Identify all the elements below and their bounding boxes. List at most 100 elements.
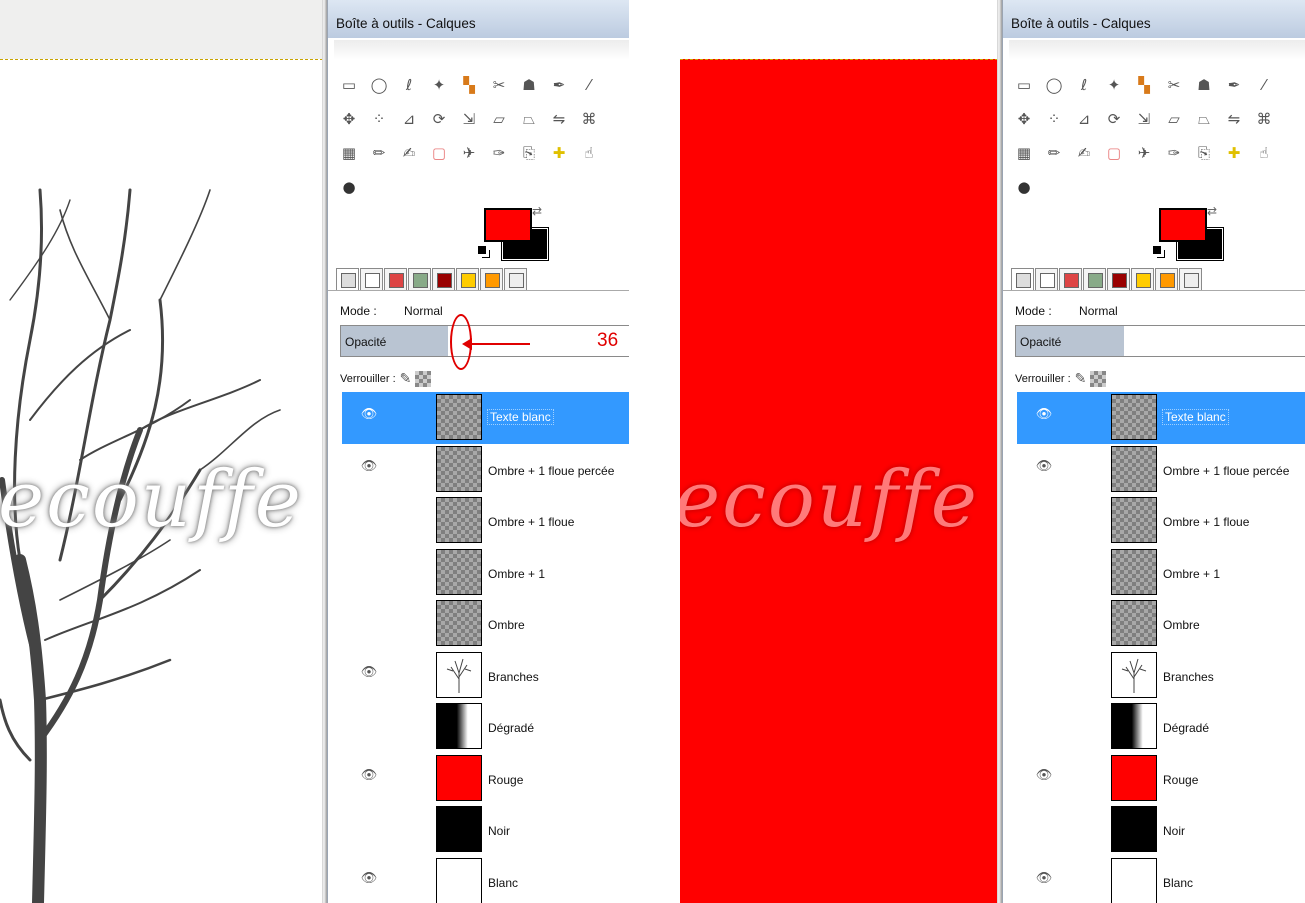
cage-icon[interactable]: ⌘ (1249, 104, 1279, 134)
ink-icon[interactable]: ✑ (484, 138, 514, 168)
clone-icon[interactable]: ⎘ (1189, 138, 1219, 168)
paintbrush-icon[interactable]: ✍ (394, 138, 424, 168)
left-image-canvas[interactable]: ecouffe (0, 0, 323, 903)
visibility-eye-icon[interactable] (1035, 667, 1053, 679)
visibility-eye-icon[interactable] (1035, 821, 1053, 833)
layer-thumbnail[interactable] (436, 394, 482, 440)
layer-row[interactable]: 👁 Texte blanc (1017, 392, 1305, 444)
lock-alpha-icon[interactable] (1090, 370, 1107, 387)
undo-tab-icon[interactable] (408, 268, 431, 291)
layer-thumbnail[interactable] (1111, 394, 1157, 440)
paths-icon[interactable]: ✒ (544, 70, 574, 100)
layers-tab-icon[interactable] (1011, 268, 1034, 291)
layer-thumbnail[interactable] (436, 600, 482, 646)
visibility-eye-icon[interactable] (1035, 718, 1053, 730)
layer-thumbnail[interactable] (1111, 497, 1157, 543)
swap-colors-icon[interactable]: ⇄ (1207, 204, 1217, 218)
ellipse-select-icon[interactable]: ◯ (1039, 70, 1069, 100)
channels-tab-icon[interactable] (360, 268, 383, 291)
color-picker-icon[interactable]: ⁄ (1249, 70, 1279, 100)
align-icon[interactable]: ⁘ (364, 104, 394, 134)
layer-thumbnail[interactable] (1111, 754, 1157, 801)
foreground-select-icon[interactable]: ☗ (1189, 70, 1219, 100)
visibility-eye-icon[interactable] (1035, 512, 1053, 524)
mode-row[interactable]: Mode : Normal (340, 304, 443, 318)
visibility-eye-icon[interactable]: 👁 (1035, 872, 1053, 885)
layer-thumbnail[interactable] (1111, 857, 1157, 903)
layer-row[interactable]: 👁 Texte blanc (342, 392, 629, 444)
mode-select[interactable]: Normal (404, 304, 443, 318)
layer-row[interactable]: Ombre + 1 (342, 547, 629, 599)
brushes-tab-icon[interactable] (480, 268, 503, 291)
pencil-icon[interactable]: ✏ (364, 138, 394, 168)
fonts-tab-icon[interactable] (504, 268, 527, 291)
layer-thumbnail[interactable] (1111, 548, 1157, 595)
layer-thumbnail[interactable] (436, 857, 482, 903)
layer-row[interactable]: 👁 Rouge (342, 753, 629, 805)
crop-icon[interactable]: ⊿ (1069, 104, 1099, 134)
color-picker-icon[interactable]: ⁄ (574, 70, 604, 100)
fuzzy-select-icon[interactable]: ✦ (1099, 70, 1129, 100)
undo-tab-icon[interactable] (1083, 268, 1106, 291)
color-select-icon[interactable]: ▚ (454, 70, 484, 100)
free-select-icon[interactable]: ℓ (1069, 70, 1099, 100)
color-area[interactable]: ⇄ (1153, 204, 1243, 266)
blend-icon[interactable]: ▦ (334, 138, 364, 168)
scissors-icon[interactable]: ✂ (1159, 70, 1189, 100)
smudge-icon[interactable]: ☝ (1249, 138, 1279, 168)
layer-row[interactable]: Ombre (342, 598, 629, 650)
lock-pixels-icon[interactable]: ✎ (400, 370, 412, 387)
layer-thumbnail[interactable] (436, 548, 482, 595)
layer-thumbnail[interactable] (1111, 651, 1157, 698)
right-image-canvas[interactable]: ecouffe (680, 0, 998, 903)
dodge-burn-icon[interactable]: ● (334, 172, 364, 202)
dodge-burn-icon[interactable]: ● (1009, 172, 1039, 202)
clone-icon[interactable]: ⎘ (514, 138, 544, 168)
layer-thumbnail[interactable] (1111, 806, 1157, 852)
layer-row[interactable]: 👁 Blanc (342, 856, 629, 903)
foreground-select-icon[interactable]: ☗ (514, 70, 544, 100)
color-select-icon[interactable]: ▚ (1129, 70, 1159, 100)
opacity-slider[interactable]: Opacité 36 (340, 325, 629, 357)
default-colors-icon[interactable] (1153, 246, 1161, 254)
rotate-icon[interactable]: ⟳ (424, 104, 454, 134)
layer-thumbnail[interactable] (1111, 600, 1157, 646)
color-area[interactable]: ⇄ (478, 204, 568, 266)
perspective-icon[interactable]: ⏢ (1189, 104, 1219, 134)
lock-alpha-icon[interactable] (415, 370, 432, 387)
visibility-eye-icon[interactable] (360, 821, 378, 833)
foreground-color-swatch[interactable] (1159, 208, 1207, 242)
visibility-eye-icon[interactable]: 👁 (360, 408, 378, 421)
default-colors-icon[interactable] (478, 246, 486, 254)
visibility-eye-icon[interactable] (1035, 564, 1053, 576)
move-icon[interactable]: ✥ (334, 104, 364, 134)
layer-row[interactable]: 👁 Branches (342, 650, 629, 702)
paths-tab-icon[interactable] (384, 268, 407, 291)
rotate-icon[interactable]: ⟳ (1099, 104, 1129, 134)
flip-icon[interactable]: ⇋ (544, 104, 574, 134)
paths-icon[interactable]: ✒ (1219, 70, 1249, 100)
gradients-tab-icon[interactable] (1107, 268, 1130, 291)
fonts-tab-icon[interactable] (1179, 268, 1202, 291)
layer-row[interactable]: 👁 Ombre + 1 floue percée (342, 444, 629, 496)
layer-thumbnail[interactable] (436, 445, 482, 492)
scissors-icon[interactable]: ✂ (484, 70, 514, 100)
layer-row[interactable]: 👁 Ombre + 1 floue percée (1017, 444, 1305, 496)
layer-row[interactable]: 👁 Rouge (1017, 753, 1305, 805)
layer-thumbnail[interactable] (436, 497, 482, 543)
layer-thumbnail[interactable] (1111, 445, 1157, 492)
scale-icon[interactable]: ⇲ (1129, 104, 1159, 134)
free-select-icon[interactable]: ℓ (394, 70, 424, 100)
airbrush-icon[interactable]: ✈ (454, 138, 484, 168)
layer-row[interactable]: Dégradé (342, 701, 629, 753)
visibility-eye-icon[interactable]: 👁 (360, 460, 378, 473)
perspective-icon[interactable]: ⏢ (514, 104, 544, 134)
visibility-eye-icon[interactable]: 👁 (360, 666, 378, 679)
channels-tab-icon[interactable] (1035, 268, 1058, 291)
blend-icon[interactable]: ▦ (1009, 138, 1039, 168)
patterns-tab-icon[interactable] (456, 268, 479, 291)
cage-icon[interactable]: ⌘ (574, 104, 604, 134)
brushes-tab-icon[interactable] (1155, 268, 1178, 291)
visibility-eye-icon[interactable] (360, 564, 378, 576)
align-icon[interactable]: ⁘ (1039, 104, 1069, 134)
